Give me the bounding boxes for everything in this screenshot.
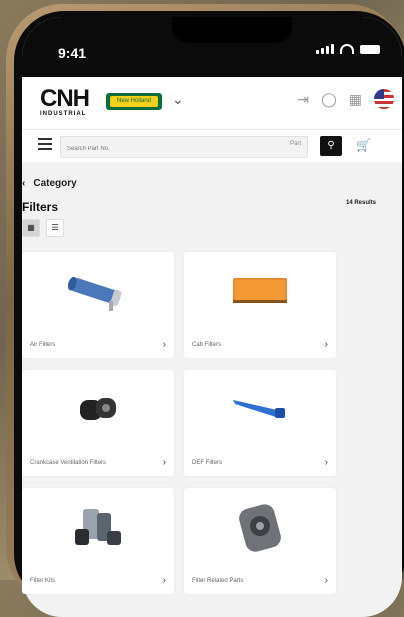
list-view-icon[interactable]: ☰: [46, 219, 64, 237]
search-button[interactable]: ⚲: [320, 136, 342, 156]
def-filter-image: [184, 380, 336, 440]
logo-text: CNH: [40, 85, 90, 112]
card-label: Filter Kits: [30, 578, 56, 584]
cab-filter-image: [184, 262, 336, 322]
chevron-right-icon: ›: [324, 339, 328, 350]
card-label: Crankcase Ventilation Filters: [30, 460, 107, 466]
breadcrumb-label: Category: [33, 178, 77, 189]
air-filter-image: [22, 262, 174, 322]
hamburger-menu-icon[interactable]: [38, 138, 52, 153]
page-title: Filters: [22, 200, 59, 214]
view-toggle: ▦ ☰: [22, 219, 64, 237]
header-actions: ⇥ ◯ ▦: [297, 89, 394, 109]
chevron-right-icon: ›: [162, 339, 166, 350]
search-input[interactable]: [61, 140, 263, 158]
search-field: Part: [60, 136, 308, 158]
category-card-cab-filters[interactable]: Cab Filters ›: [184, 252, 336, 358]
card-label: Cab Filters: [192, 342, 222, 348]
login-icon[interactable]: ⇥: [297, 91, 309, 108]
brand-logo: New Holland: [110, 96, 158, 107]
filter-related-parts-image: [184, 498, 336, 558]
grid-menu-icon[interactable]: ▦: [349, 91, 362, 108]
status-icons: [316, 44, 380, 54]
status-time: 9:41: [58, 45, 87, 61]
battery-icon: [360, 44, 380, 54]
brand-selector[interactable]: New Holland: [106, 93, 162, 110]
category-card-def-filters[interactable]: DEF Filters ›: [184, 370, 336, 476]
notch: [172, 17, 292, 43]
crankcase-filter-image: [22, 380, 174, 440]
chevron-right-icon: ›: [324, 457, 328, 468]
search-bar: Part ⚲ 🛒: [22, 129, 402, 162]
wifi-icon: [340, 44, 354, 54]
category-grid: Air Filters › Cab Filters › Crankcase Ve…: [22, 252, 342, 594]
app-header: CNH INDUSTRIAL New Holland ⌄ ⇥ ◯ ▦: [22, 77, 402, 129]
results-count: 14 Results: [345, 200, 376, 206]
chevron-right-icon: ›: [162, 575, 166, 586]
category-card-air-filters[interactable]: Air Filters ›: [22, 252, 174, 358]
chevron-right-icon: ›: [162, 457, 166, 468]
card-label: Filter Related Parts: [192, 578, 244, 584]
filter-kit-image: [22, 498, 174, 558]
search-filter-select[interactable]: Part: [290, 141, 301, 147]
breadcrumb[interactable]: ‹ Category: [22, 178, 85, 189]
category-card-filter-related-parts[interactable]: Filter Related Parts ›: [184, 488, 336, 594]
back-arrow-icon[interactable]: ‹: [22, 178, 25, 189]
cnh-logo[interactable]: CNH INDUSTRIAL: [40, 85, 90, 118]
chevron-down-icon[interactable]: ⌄: [172, 91, 184, 108]
logo-subtext: INDUSTRIAL: [40, 111, 87, 117]
chevron-right-icon: ›: [324, 575, 328, 586]
status-bar: 9:41: [22, 17, 402, 77]
category-card-filter-kits[interactable]: Filter Kits ›: [22, 488, 174, 594]
card-label: Air Filters: [30, 342, 56, 348]
user-icon[interactable]: ◯: [321, 91, 337, 108]
us-flag-icon[interactable]: [374, 89, 394, 109]
category-card-crankcase-filters[interactable]: Crankcase Ventilation Filters ›: [22, 370, 174, 476]
grid-view-icon[interactable]: ▦: [22, 219, 40, 237]
cart-icon[interactable]: 🛒: [356, 138, 371, 152]
card-label: DEF Filters: [192, 460, 222, 466]
signal-icon: [316, 44, 334, 54]
